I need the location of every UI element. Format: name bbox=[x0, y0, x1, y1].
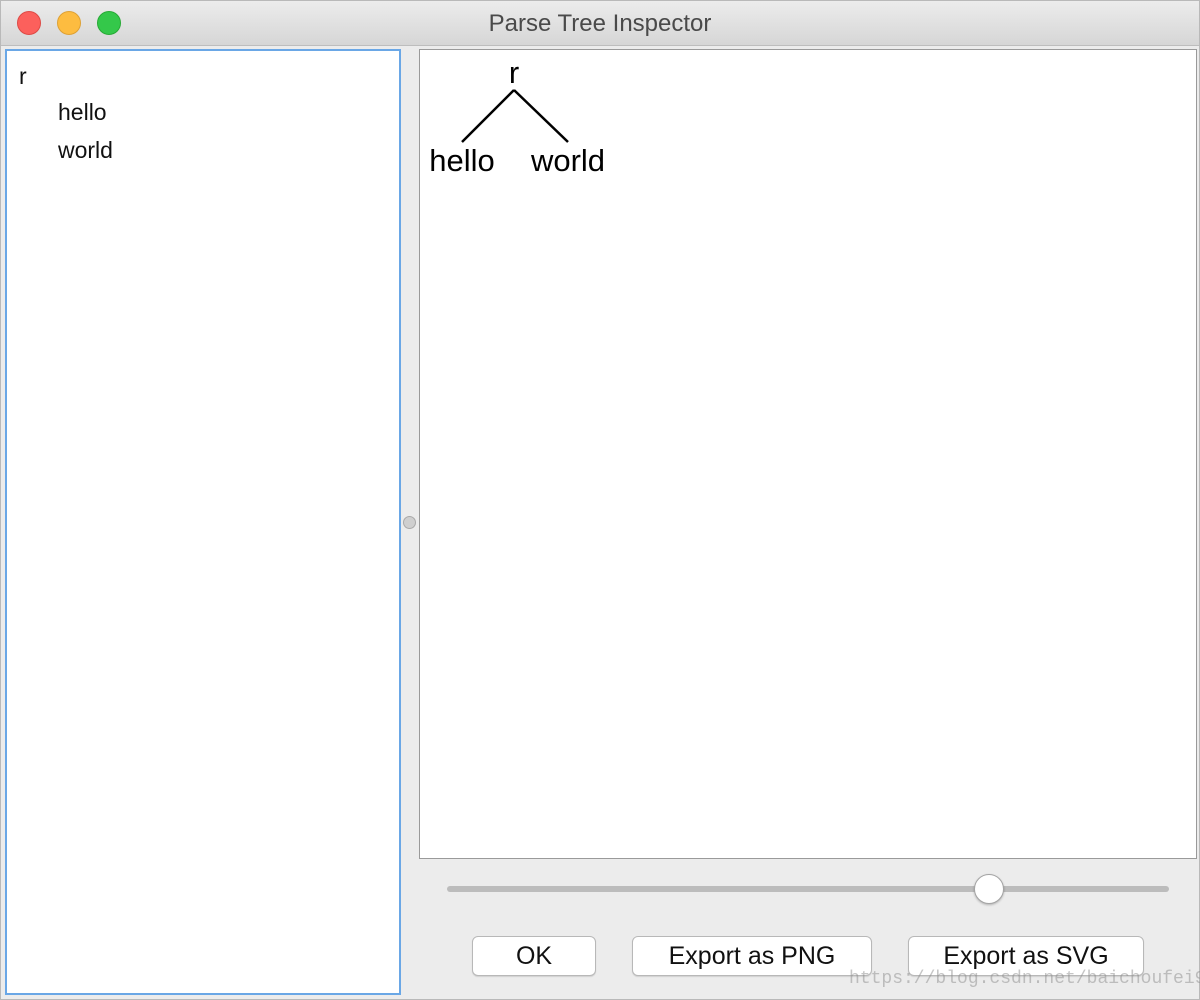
tree-node-hello[interactable]: hello bbox=[58, 99, 107, 126]
graph-node-root: r bbox=[509, 55, 519, 90]
window-title: Parse Tree Inspector bbox=[488, 10, 712, 37]
parse-tree-inspector-window: Parse Tree Inspector r hello world r hel… bbox=[0, 0, 1200, 1000]
tree-node-root[interactable]: r bbox=[19, 63, 27, 90]
parse-tree-graph: r hello world bbox=[429, 55, 605, 178]
split-pane-divider-handle[interactable] bbox=[403, 516, 416, 529]
tree-list-panel[interactable]: r hello world bbox=[5, 49, 401, 995]
title-bar[interactable]: Parse Tree Inspector bbox=[1, 1, 1199, 46]
parse-tree-canvas[interactable]: r hello world bbox=[419, 49, 1197, 859]
zoom-slider-thumb[interactable] bbox=[973, 874, 1004, 904]
tree-node-world[interactable]: world bbox=[58, 137, 113, 164]
ok-button[interactable]: OK bbox=[472, 936, 596, 976]
graph-node-world: world bbox=[530, 143, 605, 178]
watermark-text: https://blog.csdn.net/baichoufei90 bbox=[849, 969, 1200, 989]
tree-edge-r-world bbox=[513, 89, 569, 143]
graph-node-hello: hello bbox=[429, 143, 495, 178]
export-png-button[interactable]: Export as PNG bbox=[632, 936, 872, 976]
zoom-slider-track[interactable] bbox=[447, 886, 1169, 892]
tree-edge-r-hello bbox=[461, 89, 515, 143]
